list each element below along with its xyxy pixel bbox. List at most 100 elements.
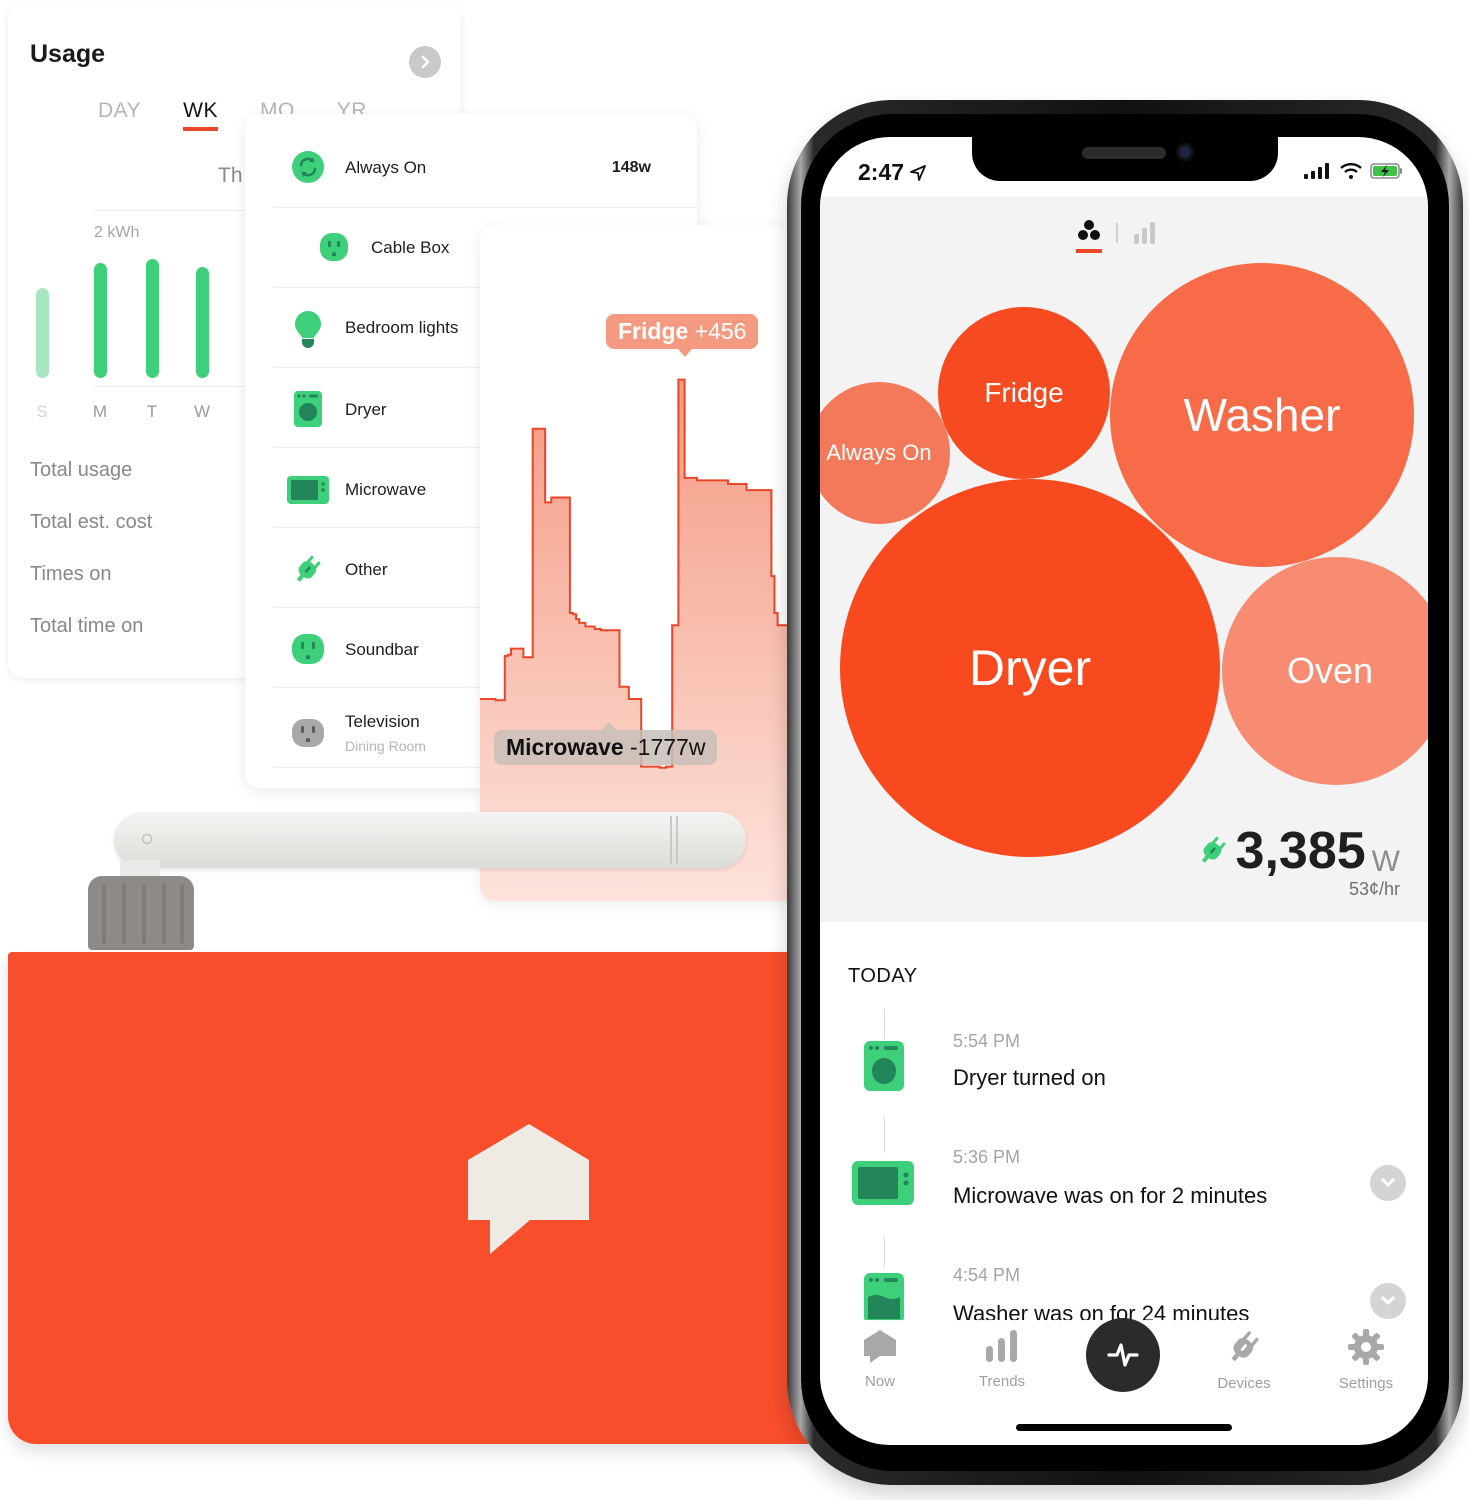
- live-pulse-button[interactable]: [1086, 1318, 1160, 1392]
- tooltip-delta: +456: [694, 318, 747, 344]
- event-item[interactable]: 5:54 PM Dryer turned on: [820, 1027, 1428, 1127]
- tab-settings[interactable]: Settings: [1316, 1328, 1416, 1392]
- phone-notch: [972, 137, 1278, 181]
- usage-bar-3[interactable]: [196, 267, 209, 378]
- washer-icon: [864, 1273, 904, 1323]
- plug-icon: [1201, 836, 1226, 863]
- usage-subheading: Th: [218, 164, 243, 187]
- outlet-icon-gray: [291, 716, 325, 750]
- device-name: Television: [345, 712, 420, 731]
- bubbles-icon: [1078, 220, 1100, 240]
- watts-value: 3,385: [1235, 822, 1366, 880]
- device-name: Dryer: [345, 400, 387, 419]
- stat-total-cost: Total est. cost: [30, 511, 153, 533]
- home-indicator[interactable]: [1016, 1424, 1232, 1431]
- status-time: 2:47: [858, 159, 927, 186]
- event-message: Dryer turned on: [953, 1065, 1106, 1090]
- bubble-washer[interactable]: Washer: [1110, 263, 1414, 567]
- refresh-icon: [291, 150, 325, 184]
- usage-bar-0[interactable]: [36, 288, 49, 378]
- tab-label: Settings: [1338, 1375, 1394, 1392]
- usage-bar-2[interactable]: [146, 259, 159, 378]
- x-tick-label: S: [36, 402, 48, 421]
- view-toggle: [1076, 219, 1156, 253]
- plug-icon: [1231, 1331, 1259, 1362]
- chevron-down-icon: [1381, 1178, 1395, 1187]
- bubble-oven[interactable]: Oven: [1222, 557, 1428, 785]
- signal-icon: [1304, 163, 1329, 179]
- device-location: Dining Room: [345, 738, 426, 754]
- tooltip-device: Fridge: [618, 318, 689, 344]
- current-usage-readout: 3,385 W 53¢/hr: [1196, 825, 1400, 900]
- bubble-label: Dryer: [968, 640, 1092, 696]
- outlet-icon: [291, 632, 325, 666]
- event-time: 5:54 PM: [953, 1031, 1021, 1051]
- chevron-right-icon: [421, 55, 430, 69]
- stat-times-on: Times on: [30, 563, 112, 585]
- stat-total-time-on: Total time on: [30, 615, 144, 637]
- microwave-icon: [852, 1161, 914, 1205]
- tab-day[interactable]: DAY: [98, 99, 141, 123]
- antenna-groove: [676, 816, 678, 864]
- battery-charging-icon: [1370, 163, 1402, 179]
- event-item[interactable]: 5:36 PM Microwave was on for 2 minutes: [820, 1143, 1428, 1243]
- section-title-today: TODAY: [848, 965, 918, 987]
- plug-icon: [291, 552, 325, 586]
- bubble-label: Fridge: [984, 377, 1064, 408]
- tab-label: Now: [864, 1373, 895, 1390]
- bottom-tab-bar: Now Trends Devices Settings: [820, 1318, 1428, 1395]
- phone-screen: 2:47 Always On Fridge Washer Dryer Oven …: [820, 137, 1428, 1445]
- status-icons: [1304, 163, 1404, 179]
- device-watts: 148w: [611, 159, 651, 176]
- bubble-dryer[interactable]: Dryer: [840, 479, 1220, 857]
- device-name: Cable Box: [371, 238, 450, 257]
- bar-chart-icon[interactable]: [1132, 221, 1156, 244]
- tooltip-fridge: Fridge +456: [606, 314, 759, 357]
- camera: [1176, 143, 1194, 161]
- bubble-fridge[interactable]: Fridge: [938, 307, 1110, 479]
- antenna-connector: [88, 876, 194, 950]
- y-axis-label: 2 kWh: [94, 224, 140, 241]
- antenna-groove: [670, 816, 672, 864]
- tab-label: Devices: [1217, 1375, 1271, 1392]
- tab-label: Trends: [978, 1373, 1026, 1390]
- speaker: [1082, 147, 1166, 159]
- stat-total-usage: Total usage: [30, 459, 133, 481]
- tab-trends[interactable]: Trends: [952, 1328, 1052, 1390]
- event-time: 4:54 PM: [953, 1265, 1021, 1285]
- usage-title: Usage: [30, 40, 106, 68]
- event-time: 5:36 PM: [953, 1147, 1021, 1167]
- outlet-icon: [319, 232, 349, 262]
- location-arrow-icon: [910, 165, 927, 181]
- bubble-label: Washer: [1183, 389, 1341, 441]
- event-item[interactable]: 4:54 PM Washer was on for 24 minutes: [820, 1261, 1428, 1326]
- connector-rib: [180, 884, 184, 944]
- toggle-divider: [1116, 222, 1118, 243]
- wifi-icon: [1340, 163, 1362, 179]
- tooltip-microwave: Microwave -1777w: [494, 722, 718, 765]
- expand-button[interactable]: [1370, 1283, 1406, 1319]
- active-view-indicator: [1076, 249, 1102, 253]
- device-name: Always On: [345, 158, 427, 177]
- tab-devices[interactable]: Devices: [1194, 1328, 1294, 1392]
- bubble-view-button[interactable]: [1076, 219, 1102, 253]
- lightbulb-icon: [291, 310, 325, 348]
- bubble-always-on[interactable]: Always On: [820, 382, 950, 524]
- connector-rib: [122, 884, 126, 944]
- dryer-icon: [864, 1041, 904, 1091]
- expand-button[interactable]: [1370, 1165, 1406, 1201]
- device-bubble-view: Always On Fridge Washer Dryer Oven 3,385…: [820, 197, 1428, 922]
- device-row-always-on[interactable]: Always On 148w: [245, 128, 697, 208]
- bar-chart-icon: [986, 1330, 1017, 1362]
- chevron-down-icon: [1381, 1296, 1395, 1305]
- usage-bar-1[interactable]: [94, 263, 107, 378]
- antenna-hole: [142, 834, 152, 844]
- watts-unit: W: [1371, 845, 1400, 878]
- x-tick-label: M: [92, 402, 108, 421]
- dryer-icon: [291, 390, 325, 428]
- tab-week[interactable]: WK: [183, 99, 218, 131]
- energy-monitor-hub: [8, 952, 808, 1444]
- bubble-label: Always On: [826, 440, 932, 465]
- next-button[interactable]: [409, 46, 441, 78]
- tab-now[interactable]: Now: [830, 1328, 930, 1390]
